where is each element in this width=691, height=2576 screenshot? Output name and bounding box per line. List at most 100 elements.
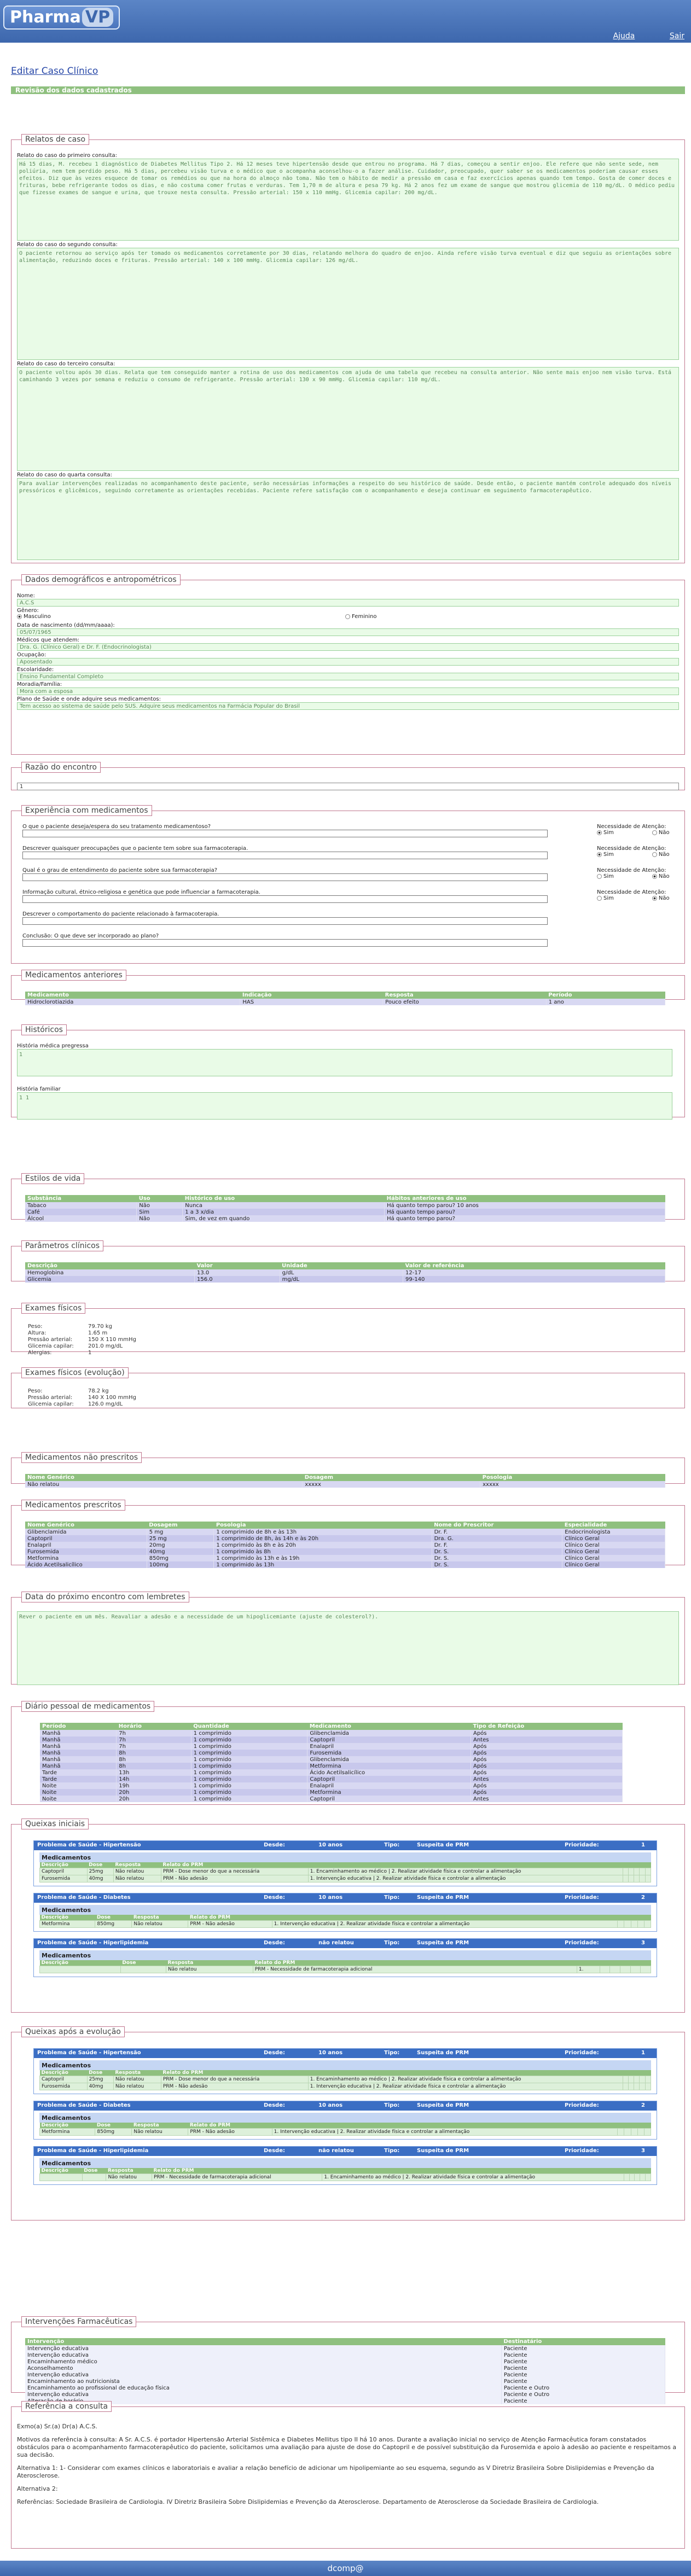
name-field[interactable]: A.C.S [17, 599, 679, 607]
radio-yes-label: Sim [603, 895, 614, 901]
table-cell: Após [471, 1756, 623, 1763]
table-header-cell: Descrição [39, 2168, 83, 2174]
referral-alt1: Alternativa 1: 1- Considerar com exames … [17, 2464, 654, 2479]
table-header-cell: Descrição [25, 1262, 195, 1269]
question-input[interactable] [22, 852, 548, 859]
table-cell: 1. Encaminhamento ao médico | 2. Realiza… [307, 2076, 623, 2083]
question-input[interactable] [22, 895, 548, 903]
job-field[interactable]: Aposentado [17, 658, 679, 666]
table-cell: Nunca [182, 1202, 385, 1209]
logo-text: Pharma [10, 8, 81, 27]
table-cell: Pouco efeito [382, 999, 547, 1005]
home-field[interactable]: Mora com a esposa [17, 687, 679, 695]
exit-link[interactable]: Sair [670, 32, 684, 40]
problem-header-field: Desde: [264, 2102, 285, 2108]
table-row: Não relatou PRM - Necessidade de farmacot… [39, 2173, 651, 2181]
table-cell: Após [471, 1730, 623, 1736]
relato4-label: Relato do caso do quarta consulta: [17, 472, 113, 478]
question-input[interactable] [22, 917, 548, 925]
next-meeting-textarea[interactable]: Rever o paciente em um mês. Reavaliar a … [17, 1611, 679, 1685]
table-cell: 1 comprimido [191, 1743, 308, 1750]
table-header-cell: Descrição [39, 1862, 88, 1868]
table-cell: g/dL [280, 1269, 404, 1276]
radio-female[interactable]: Feminino [345, 614, 376, 620]
question-input[interactable] [22, 939, 548, 947]
help-link[interactable]: Ajuda [613, 32, 635, 40]
exam-row: Pressão arterial: 150 X 110 mmHg [28, 1337, 679, 1343]
table-header-cell [617, 2123, 624, 2129]
demographics-legend: Dados demográficos e antropométricos [21, 574, 181, 585]
table-cell: 7h [116, 1736, 191, 1743]
table-header-cell [628, 1862, 634, 1868]
table-header-cell: Relato do PRM [188, 1915, 272, 1921]
relato2-textarea[interactable]: O paciente retornou ao serviço após ter … [17, 248, 679, 360]
table-cell: 1 ano [546, 999, 666, 1005]
radio-yes[interactable]: Sim [597, 895, 614, 901]
doctor-field[interactable]: Dra. G. (Clínico Geral) e Dr. F. (Endocr… [17, 643, 679, 651]
section-subtitle: Revisão dos dados cadastrados [15, 86, 132, 94]
table-header-cell [639, 2070, 646, 2076]
initial-complaints-legend: Queixas iniciais [21, 1819, 89, 1829]
table-cell [629, 2173, 635, 2181]
table-cell [622, 2076, 629, 2083]
question-input[interactable] [22, 830, 548, 837]
relato1-textarea[interactable]: Há 15 dias, M. recebeu 1 diagnóstico de … [17, 159, 679, 241]
radio-no[interactable]: Não [652, 852, 670, 858]
table-row: Metformina 850mg 1 comprimido às 13h e às … [25, 1555, 665, 1561]
table-cell: Clínico Geral [562, 1535, 665, 1542]
table-cell: 25mg [86, 1868, 114, 1875]
table-header-cell: Uso [136, 1195, 183, 1202]
med-diary-legend: Diário pessoal de medicamentos [21, 1701, 155, 1712]
table-cell [39, 2173, 83, 2181]
radio-yes[interactable]: Sim [597, 830, 614, 836]
problem-box: Problema de Saúde - Diabetes Desde: 10 ano… [33, 1893, 657, 1932]
problem-meds-table: Descrição Dose Resposta Relato do PRM Captop… [39, 1862, 652, 1883]
attention-label: Necessidade de Atenção: [597, 824, 666, 830]
problem-meds-table: Descrição Dose Resposta Relato do PRM Não re… [39, 2168, 651, 2181]
relato4-textarea[interactable]: Para avaliar intervenções realizadas no … [17, 478, 679, 560]
meds-subheader: Medicamentos [39, 2060, 651, 2070]
table-cell: Metformina [307, 1763, 471, 1769]
params-section: Parâmetros clínicos Descrição Valor Unidad… [11, 1240, 685, 1283]
table-cell: 19h [116, 1782, 191, 1789]
dob-field[interactable]: 05/07/1965 [17, 628, 679, 636]
radio-no[interactable]: Não [652, 830, 670, 836]
table-header-cell: Tipo de Refeição [471, 1723, 623, 1730]
radio-male[interactable]: Masculino [17, 614, 51, 620]
table-row: Intervenção educativa Paciente [25, 2352, 666, 2358]
table-header-cell [639, 1862, 646, 1868]
radio-yes[interactable]: Sim [597, 873, 614, 879]
attention-need: Necessidade de Atenção: Sim Não [597, 824, 670, 836]
problem-box: Problema de Saúde - Hiperlipidemia Desde:… [33, 2146, 657, 2185]
medical-history-textarea[interactable]: 1 [17, 1049, 672, 1076]
problem-body: Medicamentos Descrição Dose Resposta Relato … [34, 2156, 657, 2184]
table-cell [39, 1966, 121, 1973]
table-cell: 1. Intervenção educativa | 2. Realizar a… [271, 1920, 618, 1928]
reason-input[interactable]: 1 [17, 783, 679, 790]
table-cell: 1. Encaminhamento ao médico | 2. Realiza… [307, 1868, 623, 1875]
table-header-cell: Histórico de uso [182, 1195, 385, 1202]
attention-radios: Sim Não [597, 873, 670, 879]
radio-no[interactable]: Não [652, 895, 670, 901]
plan-field[interactable]: Tem acesso ao sistema de saúde pelo SUS.… [17, 702, 679, 710]
pharmavp-logo[interactable]: Pharma VP [3, 5, 120, 30]
family-history-textarea[interactable]: 1 1 [17, 1092, 672, 1120]
relato3-textarea[interactable]: O paciente voltou após 30 dias. Relata q… [17, 367, 679, 471]
table-header-cell: Substância [25, 1195, 137, 1202]
question-input[interactable] [22, 873, 548, 881]
problem-header-field: 3 [641, 1940, 645, 1946]
table-row: Hidroclorotiazida HAS Pouco efeito 1 ano [25, 999, 666, 1005]
exam-label: Altura: [28, 1330, 47, 1336]
radio-yes[interactable]: Sim [597, 852, 614, 858]
table-cell [624, 1920, 631, 1928]
experience-question: Conclusão: O que deve ser incorporado ao… [17, 933, 679, 949]
table-cell [634, 2076, 640, 2083]
table-header-cell: Medicamento [25, 992, 240, 999]
table-cell: 1 comprimido às 13h [213, 1561, 432, 1568]
table-cell: 40mg [86, 2083, 114, 2090]
radio-no[interactable]: Não [652, 873, 670, 879]
problem-header-field: 10 anos [318, 2050, 343, 2056]
table-cell: mg/dL [280, 1276, 404, 1283]
table-cell: 14h [116, 1776, 191, 1782]
edu-field[interactable]: Ensino Fundamental Completo [17, 673, 679, 680]
